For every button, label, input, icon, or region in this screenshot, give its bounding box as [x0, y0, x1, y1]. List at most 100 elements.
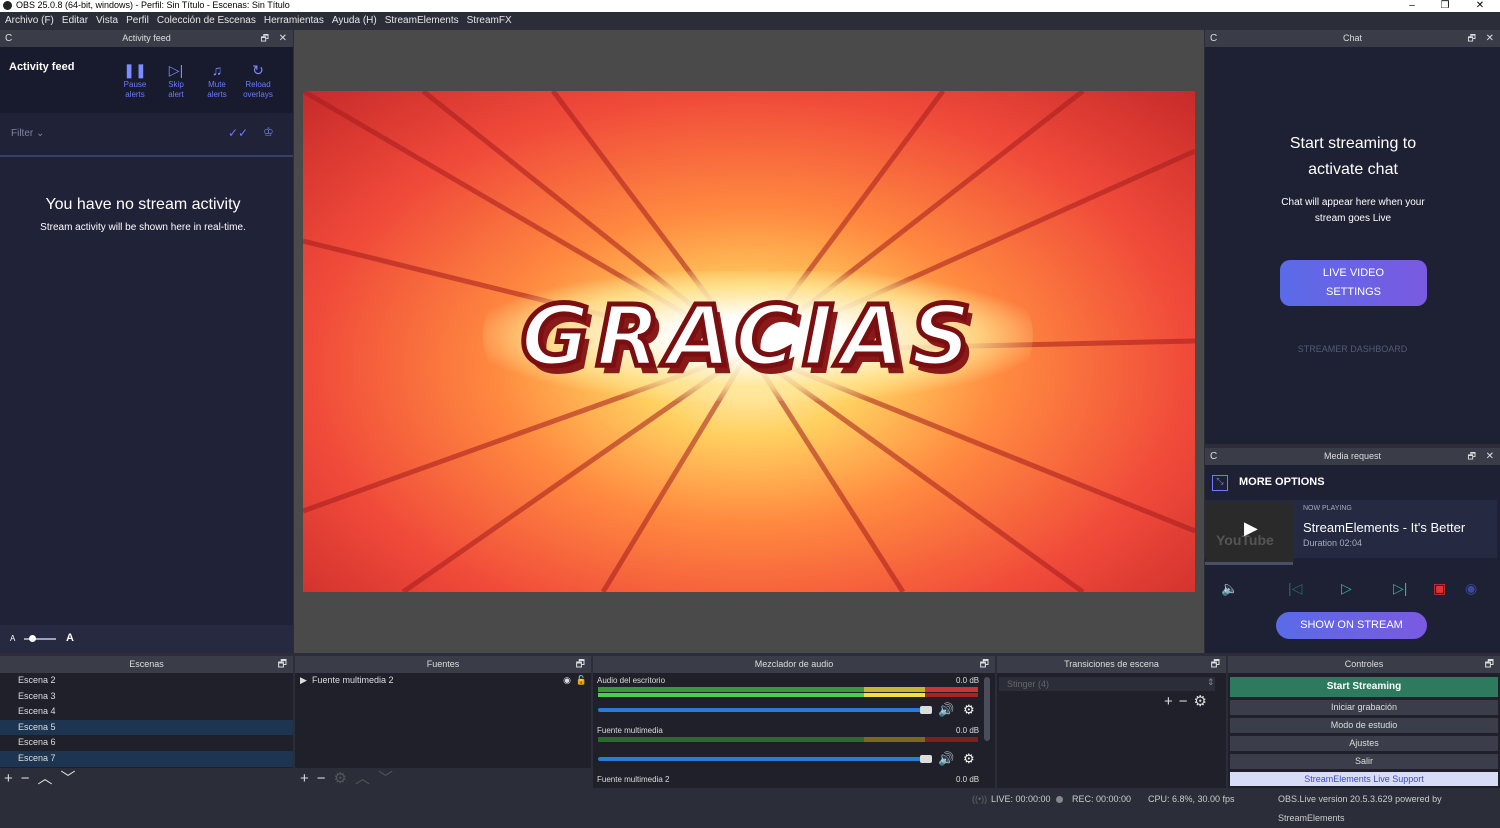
- crown-icon[interactable]: ♔: [263, 125, 274, 139]
- scene-item[interactable]: Escena 7: [0, 750, 293, 767]
- transition-select[interactable]: Stinger (4): [999, 677, 1215, 691]
- menu-herramientas[interactable]: Herramientas: [264, 15, 324, 26]
- filter-dropdown[interactable]: Filter ⌄: [11, 128, 44, 139]
- status-bar: ((•)) LIVE: 00:00:00 REC: 00:00:00 CPU: …: [0, 790, 1500, 823]
- slider-handle[interactable]: [920, 706, 932, 714]
- live-video-settings-button[interactable]: LIVE VIDEO SETTINGS: [1280, 260, 1427, 306]
- skip-icon: ▷|: [168, 62, 184, 78]
- reload-overlays-button[interactable]: ↻ Reload overlays: [238, 60, 278, 100]
- live-support-button[interactable]: StreamElements Live Support: [1230, 772, 1498, 786]
- menu-archivo[interactable]: Archivo (F): [5, 15, 54, 26]
- add-icon[interactable]: +: [4, 770, 21, 787]
- add-icon[interactable]: +: [300, 770, 317, 787]
- media-dock-title: Media request: [1323, 451, 1382, 461]
- eye-icon[interactable]: ◉: [563, 673, 571, 688]
- close-dock-icon[interactable]: ✕: [279, 30, 287, 47]
- float-icon[interactable]: 🗗: [278, 656, 287, 673]
- volume-meter: [598, 737, 978, 742]
- speaker-icon[interactable]: 🔊: [938, 702, 954, 718]
- show-on-stream-button[interactable]: SHOW ON STREAM: [1276, 612, 1427, 639]
- settings-button[interactable]: Ajustes: [1230, 736, 1498, 751]
- slider-handle[interactable]: [920, 755, 932, 763]
- no-video-icon[interactable]: ▣: [1433, 580, 1446, 597]
- exit-button[interactable]: Salir: [1230, 754, 1498, 769]
- chat-dock-header: C Chat 🗗 ✕: [1205, 30, 1500, 47]
- scene-item[interactable]: Escena 2: [0, 673, 293, 689]
- scene-item[interactable]: Escena 4: [0, 704, 293, 720]
- mark-read-icon[interactable]: ✓✓: [228, 126, 248, 140]
- skip-alert-button[interactable]: ▷| Skip alert: [156, 60, 196, 100]
- scrollbar[interactable]: [984, 677, 990, 741]
- channel-name: Fuente multimedia 2: [597, 775, 670, 784]
- slider-handle[interactable]: [29, 635, 36, 642]
- more-options-button[interactable]: MORE OPTIONS: [1239, 476, 1325, 488]
- previous-icon[interactable]: |◁: [1288, 580, 1302, 597]
- lock-icon[interactable]: 🔓: [576, 673, 587, 688]
- menu-editar[interactable]: Editar: [62, 15, 88, 26]
- float-icon[interactable]: 🗗: [1211, 656, 1220, 673]
- expand-icon[interactable]: ⤡: [1212, 475, 1228, 491]
- scene-item[interactable]: Escena 3: [0, 689, 293, 705]
- up-icon[interactable]: ︿: [38, 770, 61, 787]
- channel-name: Fuente multimedia: [597, 726, 663, 735]
- close-icon[interactable]: ✕: [1470, 0, 1490, 11]
- video-thumbnail[interactable]: YouTube ▶: [1206, 502, 1294, 562]
- refresh-icon[interactable]: C: [1210, 30, 1217, 47]
- float-icon[interactable]: 🗗: [980, 656, 989, 673]
- close-dock-icon[interactable]: ✕: [1486, 448, 1494, 465]
- volume-slider[interactable]: [598, 708, 928, 712]
- mute-alerts-button[interactable]: ♫ Mute alerts: [197, 60, 237, 100]
- float-icon[interactable]: 🗗: [1485, 656, 1494, 673]
- play-icon[interactable]: ▶: [300, 675, 307, 685]
- streamer-dashboard-link[interactable]: STREAMER DASHBOARD: [1205, 344, 1500, 354]
- refresh-icon[interactable]: C: [5, 30, 12, 47]
- remove-icon[interactable]: −: [1179, 693, 1194, 710]
- preview-canvas[interactable]: GRACIAS: [303, 91, 1195, 592]
- maximize-icon[interactable]: ❐: [1435, 0, 1455, 11]
- refresh-icon[interactable]: C: [1210, 448, 1217, 465]
- minimize-icon[interactable]: –: [1402, 0, 1422, 11]
- gear-icon[interactable]: ⚙: [334, 770, 355, 787]
- remove-icon[interactable]: −: [21, 770, 38, 787]
- menu-perfil[interactable]: Perfil: [126, 15, 149, 26]
- studio-mode-button[interactable]: Modo de estudio: [1230, 718, 1498, 733]
- add-icon[interactable]: +: [1164, 693, 1179, 710]
- down-icon[interactable]: ﹀: [61, 770, 84, 787]
- float-icon[interactable]: 🗗: [1468, 30, 1476, 47]
- source-item[interactable]: ▶ Fuente multimedia 2 ◉ 🔓: [295, 673, 591, 688]
- speaker-icon[interactable]: 🔊: [938, 751, 954, 767]
- eye-icon[interactable]: ◉: [1465, 580, 1477, 597]
- menu-streamelements[interactable]: StreamElements: [385, 15, 459, 26]
- volume-slider[interactable]: [598, 757, 928, 761]
- gear-icon[interactable]: ⚙: [963, 751, 975, 767]
- down-icon[interactable]: ﹀: [378, 770, 401, 787]
- chat-panel: [1205, 47, 1500, 444]
- menu-ayuda[interactable]: Ayuda (H): [332, 15, 377, 26]
- menu-streamfx[interactable]: StreamFX: [467, 15, 512, 26]
- float-icon[interactable]: 🗗: [576, 656, 585, 673]
- menu-coleccion[interactable]: Colección de Escenas: [157, 15, 256, 26]
- track-duration: Duration 02:04: [1303, 538, 1363, 548]
- pause-alerts-button[interactable]: ❚❚ Pause alerts: [115, 60, 155, 100]
- menu-vista[interactable]: Vista: [96, 15, 118, 26]
- chat-subtitle: Chat will appear here when your stream g…: [1281, 197, 1425, 224]
- play-overlay-icon[interactable]: ▶: [1244, 518, 1258, 539]
- up-icon[interactable]: ︿: [355, 770, 378, 787]
- scene-item[interactable]: Escena 6: [0, 735, 293, 751]
- progress-bar: [1205, 562, 1293, 565]
- remove-icon[interactable]: −: [317, 770, 334, 787]
- start-streaming-button[interactable]: Start Streaming: [1230, 677, 1498, 697]
- float-icon[interactable]: 🗗: [1468, 448, 1476, 465]
- next-icon[interactable]: ▷|: [1393, 580, 1407, 597]
- gear-icon[interactable]: ⚙: [963, 702, 975, 718]
- volume-icon[interactable]: 🔈: [1221, 580, 1238, 597]
- menu-bar: Archivo (F) Editar Vista Perfil Colección de…: [0, 12, 1500, 30]
- close-dock-icon[interactable]: ✕: [1486, 30, 1494, 47]
- chevron-updown-icon[interactable]: ⇕: [1207, 677, 1215, 688]
- start-recording-button[interactable]: Iniciar grabación: [1230, 700, 1498, 715]
- float-icon[interactable]: 🗗: [261, 30, 269, 47]
- scene-item[interactable]: Escena 5: [0, 719, 293, 736]
- gear-icon[interactable]: ⚙: [1194, 693, 1213, 710]
- play-icon[interactable]: ▷: [1341, 580, 1352, 597]
- sources-list: ▶ Fuente multimedia 2 ◉ 🔓: [295, 673, 591, 768]
